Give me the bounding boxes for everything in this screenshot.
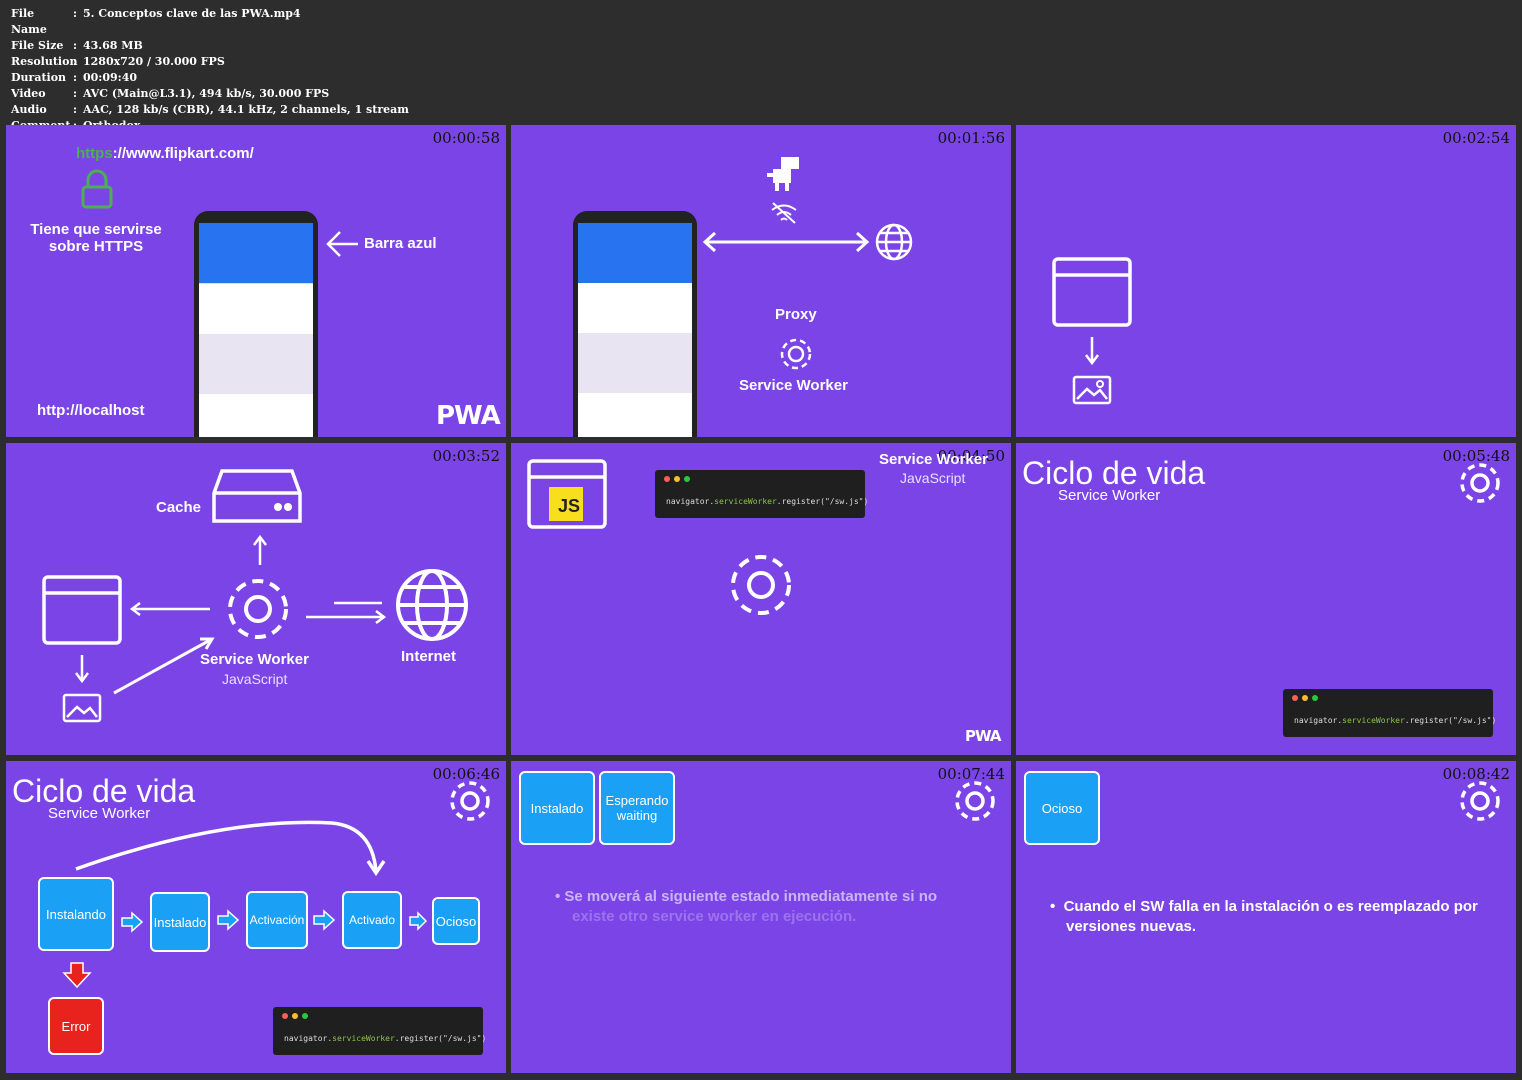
curved-arrow-icon (75, 820, 386, 877)
localhost-label: http://localhost (37, 402, 145, 419)
arrow-right-icon (121, 911, 144, 933)
double-arrow-icon (702, 231, 870, 253)
image-icon (62, 693, 102, 723)
meta-key: Duration (11, 71, 67, 84)
lock-icon (81, 169, 113, 209)
arrow-left-icon (326, 231, 358, 257)
meta-key: File Name (11, 7, 47, 36)
state-esperando: Esperando waiting (599, 771, 675, 845)
server-icon (212, 469, 302, 523)
dinosaur-icon (767, 157, 799, 191)
internet-label: Internet (401, 648, 457, 665)
slide-subtitle: Service Worker (1058, 487, 1161, 504)
slide-title: Service Worker (879, 451, 988, 468)
phone-mockup (573, 211, 697, 437)
barra-azul-label: Barra azul (364, 235, 437, 252)
slide-subtitle: JavaScript (900, 470, 966, 486)
arrow-left-icon (129, 602, 210, 616)
thumbnail-panel-8: 00:07:44 Instalado Esperando waiting • S… (511, 761, 1011, 1073)
code-snippet: navigator.serviceWorker.register("/sw.js… (1283, 689, 1496, 737)
browser-window-icon (42, 575, 122, 645)
thumbnail-panel-4: 00:03:52 Cache Service Worker JavaScript… (6, 443, 506, 755)
proxy-label: Proxy (775, 306, 817, 323)
timestamp: 00:02:54 (1442, 129, 1510, 147)
state-instalado: Instalado (150, 892, 210, 952)
thumbnail-panel-9: 00:08:42 Ocioso • Cuando el SW falla en … (1016, 761, 1516, 1073)
state-instalando: Instalando (38, 877, 114, 951)
arrow-down-icon (1085, 337, 1099, 366)
bullet-text-faded: existe otro service worker en ejecución. (572, 908, 857, 925)
state-ocioso: Ocioso (432, 897, 480, 945)
pwa-logo: PWA (436, 401, 501, 431)
arrow-right-icon (306, 601, 387, 624)
gear-icon (1460, 463, 1500, 503)
gear-icon (731, 555, 791, 615)
service-worker-label: Service Worker (200, 651, 309, 668)
state-activado: Activado (342, 891, 402, 949)
arrow-down-icon (75, 655, 89, 684)
gear-icon (955, 781, 995, 821)
phone-mockup (194, 211, 318, 437)
gear-icon (450, 781, 490, 821)
state-instalado: Instalado (519, 771, 595, 845)
meta-value: 1280x720 / 30.000 FPS (83, 55, 225, 68)
gear-icon (1460, 781, 1500, 821)
gear-icon (228, 579, 288, 639)
wifi-off-icon (771, 202, 797, 224)
cache-label: Cache (156, 499, 202, 516)
thumbnail-panel-7: 00:06:46 Ciclo de vida Service Worker In… (6, 761, 506, 1073)
meta-key: File Size (11, 39, 64, 52)
meta-value: AVC (Main@L3.1), 494 kb/s, 30.000 FPS (83, 87, 330, 100)
thumbnail-panel-5: 00:04:50 Service Worker JavaScript JS na… (511, 443, 1011, 755)
meta-key: Video (11, 87, 46, 100)
arrow-down-icon (62, 962, 92, 989)
code-snippet: navigator.serviceWorker.register("/sw.js… (273, 1007, 486, 1055)
service-worker-label: Service Worker (739, 377, 848, 394)
thumbnail-panel-6: 00:05:48 Ciclo de vida Service Worker na… (1016, 443, 1516, 755)
bullet-text: • Cuando el SW falla en la instalación o… (1050, 898, 1478, 935)
js-badge: JS (558, 496, 581, 516)
arrow-up-icon (253, 534, 267, 565)
globe-icon (396, 569, 468, 641)
arrow-right-icon (313, 909, 336, 931)
code-snippet: navigator.serviceWorker.register("/sw.js… (655, 470, 868, 518)
js-window-icon (527, 459, 607, 529)
url-text: https://www.flipkart.com/ (76, 145, 254, 162)
state-activacion: Activación (246, 891, 308, 949)
meta-value: 43.68 MB (83, 39, 143, 52)
meta-key: Audio (11, 103, 47, 116)
meta-value: 5. Conceptos clave de las PWA.mp4 (83, 7, 301, 20)
thumbnail-panel-1: 00:00:58 https://www.flipkart.com/ Tiene… (6, 125, 506, 437)
arrow-right-icon (217, 909, 240, 931)
state-error: Error (48, 997, 104, 1055)
bullet-text: • Se moverá al siguiente estado inmediat… (555, 888, 938, 905)
file-metadata: File Name:5. Conceptos clave de las PWA.… (11, 6, 409, 134)
browser-window-icon (1052, 257, 1132, 327)
meta-value: AAC, 128 kb/s (CBR), 44.1 kHz, 2 channel… (83, 103, 409, 116)
globe-icon (875, 223, 913, 261)
pwa-logo: PWA (965, 727, 1001, 745)
thumbnail-panel-3: 00:02:54 (1016, 125, 1516, 437)
timestamp: 00:01:56 (937, 129, 1005, 147)
state-ocioso: Ocioso (1024, 771, 1100, 845)
image-icon (1072, 375, 1112, 405)
javascript-label: JavaScript (222, 671, 288, 687)
https-note: Tiene que servirse sobre HTTPS (30, 221, 162, 255)
gear-icon (780, 338, 812, 370)
timestamp: 00:00:58 (432, 129, 500, 147)
meta-key: Resolution (11, 55, 78, 68)
timestamp: 00:03:52 (432, 447, 500, 465)
arrow-right-icon (409, 911, 428, 931)
meta-value: 00:09:40 (83, 71, 138, 84)
thumbnail-panel-2: 00:01:56 Proxy Service Worker (511, 125, 1011, 437)
